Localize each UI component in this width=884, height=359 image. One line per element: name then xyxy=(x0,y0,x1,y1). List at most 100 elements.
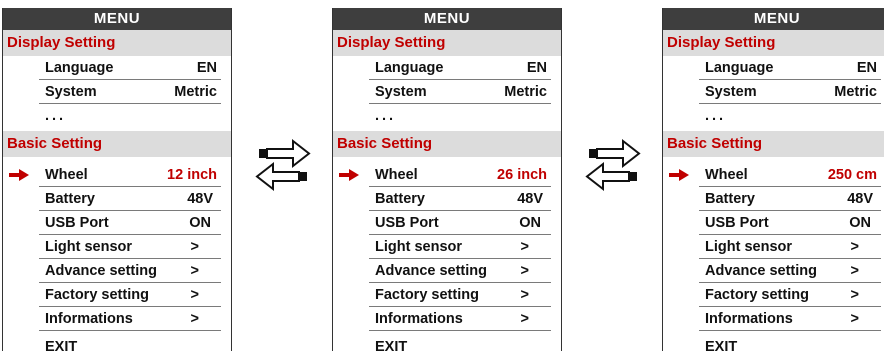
menu-item-usb-port[interactable]: USB Port ON xyxy=(369,211,551,235)
section-display-setting[interactable]: Display Setting xyxy=(663,30,884,56)
light-sensor-label: Light sensor xyxy=(705,239,793,255)
factory-setting-chevron: > xyxy=(850,287,859,303)
menu-item-battery[interactable]: Battery 48V xyxy=(369,187,551,211)
menu-item-more[interactable]: ... xyxy=(699,104,881,131)
swap-arrows-icon xyxy=(255,138,311,192)
menu-item-light-sensor[interactable]: Light sensor > xyxy=(699,235,881,259)
usb-port-label: USB Port xyxy=(375,215,439,231)
menu-item-informations[interactable]: Informations > xyxy=(39,307,221,331)
menu-item-advance-setting[interactable]: Advance setting > xyxy=(699,259,881,283)
factory-setting-label: Factory setting xyxy=(375,287,479,303)
menu-title: MENU xyxy=(333,8,561,30)
menu-item-usb-port[interactable]: USB Port ON xyxy=(699,211,881,235)
advance-setting-chevron: > xyxy=(520,263,529,279)
system-label: System xyxy=(45,84,97,100)
factory-setting-chevron: > xyxy=(190,287,199,303)
menu-item-language[interactable]: Language EN xyxy=(369,56,551,80)
section-basic-setting[interactable]: Basic Setting xyxy=(3,131,231,157)
section-basic-setting[interactable]: Basic Setting xyxy=(663,131,884,157)
exit-label: EXIT xyxy=(45,339,78,355)
menu-item-informations[interactable]: Informations > xyxy=(699,307,881,331)
menu-panel-2: MENU Display Setting Language EN System … xyxy=(332,8,562,355)
menu-item-factory-setting[interactable]: Factory setting > xyxy=(699,283,881,307)
usb-port-label: USB Port xyxy=(45,215,109,231)
advance-setting-label: Advance setting xyxy=(705,263,817,279)
menu-item-wheel[interactable]: Wheel 12 inch xyxy=(9,163,221,187)
menu-item-battery[interactable]: Battery 48V xyxy=(699,187,881,211)
menu-item-language[interactable]: Language EN xyxy=(39,56,221,80)
informations-label: Informations xyxy=(45,311,133,327)
menu-item-light-sensor[interactable]: Light sensor > xyxy=(39,235,221,259)
menu-item-more[interactable]: ... xyxy=(39,104,221,131)
language-label: Language xyxy=(45,60,114,76)
right-arrow-icon xyxy=(669,169,689,181)
informations-chevron: > xyxy=(850,311,859,327)
section-basic-setting[interactable]: Basic Setting xyxy=(333,131,561,157)
wheel-label: Wheel xyxy=(375,167,418,183)
menu-item-more[interactable]: ... xyxy=(369,104,551,131)
language-value: EN xyxy=(856,60,877,76)
light-sensor-chevron: > xyxy=(850,239,859,255)
menu-item-exit[interactable]: EXIT xyxy=(369,335,551,358)
battery-label: Battery xyxy=(705,191,755,207)
more-ellipsis: ... xyxy=(375,108,397,124)
swap-arrows-icon xyxy=(585,138,641,192)
wheel-value: 26 inch xyxy=(497,167,547,183)
system-label: System xyxy=(375,84,427,100)
informations-label: Informations xyxy=(705,311,793,327)
usb-port-label: USB Port xyxy=(705,215,769,231)
right-arrow-icon xyxy=(9,169,29,181)
informations-chevron: > xyxy=(190,311,199,327)
system-value: Metric xyxy=(174,84,217,100)
usb-port-value: ON xyxy=(189,215,211,231)
menu-item-exit[interactable]: EXIT xyxy=(39,335,221,358)
menu-item-system[interactable]: System Metric xyxy=(699,80,881,104)
menu-item-system[interactable]: System Metric xyxy=(369,80,551,104)
menu-item-informations[interactable]: Informations > xyxy=(369,307,551,331)
language-value: EN xyxy=(196,60,217,76)
battery-value: 48V xyxy=(847,191,873,207)
menu-item-wheel[interactable]: Wheel 250 cm xyxy=(669,163,881,187)
advance-setting-chevron: > xyxy=(850,263,859,279)
menu-panel-1: MENU Display Setting Language EN System … xyxy=(2,8,232,355)
light-sensor-label: Light sensor xyxy=(45,239,133,255)
light-sensor-chevron: > xyxy=(190,239,199,255)
menu-item-light-sensor[interactable]: Light sensor > xyxy=(369,235,551,259)
battery-label: Battery xyxy=(375,191,425,207)
menu-item-advance-setting[interactable]: Advance setting > xyxy=(369,259,551,283)
informations-label: Informations xyxy=(375,311,463,327)
menu-panel-3: MENU Display Setting Language EN System … xyxy=(662,8,884,355)
advance-setting-label: Advance setting xyxy=(45,263,157,279)
factory-setting-label: Factory setting xyxy=(45,287,149,303)
menu-item-wheel[interactable]: Wheel 26 inch xyxy=(339,163,551,187)
light-sensor-label: Light sensor xyxy=(375,239,463,255)
menu-item-factory-setting[interactable]: Factory setting > xyxy=(39,283,221,307)
advance-setting-chevron: > xyxy=(190,263,199,279)
menu-item-system[interactable]: System Metric xyxy=(39,80,221,104)
menu-item-usb-port[interactable]: USB Port ON xyxy=(39,211,221,235)
system-value: Metric xyxy=(834,84,877,100)
factory-setting-label: Factory setting xyxy=(705,287,809,303)
factory-setting-chevron: > xyxy=(520,287,529,303)
menu-item-battery[interactable]: Battery 48V xyxy=(39,187,221,211)
more-ellipsis: ... xyxy=(705,108,727,124)
language-label: Language xyxy=(375,60,444,76)
menu-item-advance-setting[interactable]: Advance setting > xyxy=(39,259,221,283)
wheel-label: Wheel xyxy=(705,167,748,183)
light-sensor-chevron: > xyxy=(520,239,529,255)
exit-label: EXIT xyxy=(705,339,738,355)
battery-value: 48V xyxy=(517,191,543,207)
menu-item-factory-setting[interactable]: Factory setting > xyxy=(369,283,551,307)
menu-title: MENU xyxy=(3,8,231,30)
language-value: EN xyxy=(526,60,547,76)
menu-title: MENU xyxy=(663,8,884,30)
menu-item-language[interactable]: Language EN xyxy=(699,56,881,80)
battery-value: 48V xyxy=(187,191,213,207)
battery-label: Battery xyxy=(45,191,95,207)
menu-item-exit[interactable]: EXIT xyxy=(699,335,881,358)
section-display-setting[interactable]: Display Setting xyxy=(333,30,561,56)
language-label: Language xyxy=(705,60,774,76)
section-display-setting[interactable]: Display Setting xyxy=(3,30,231,56)
system-label: System xyxy=(705,84,757,100)
wheel-label: Wheel xyxy=(45,167,88,183)
